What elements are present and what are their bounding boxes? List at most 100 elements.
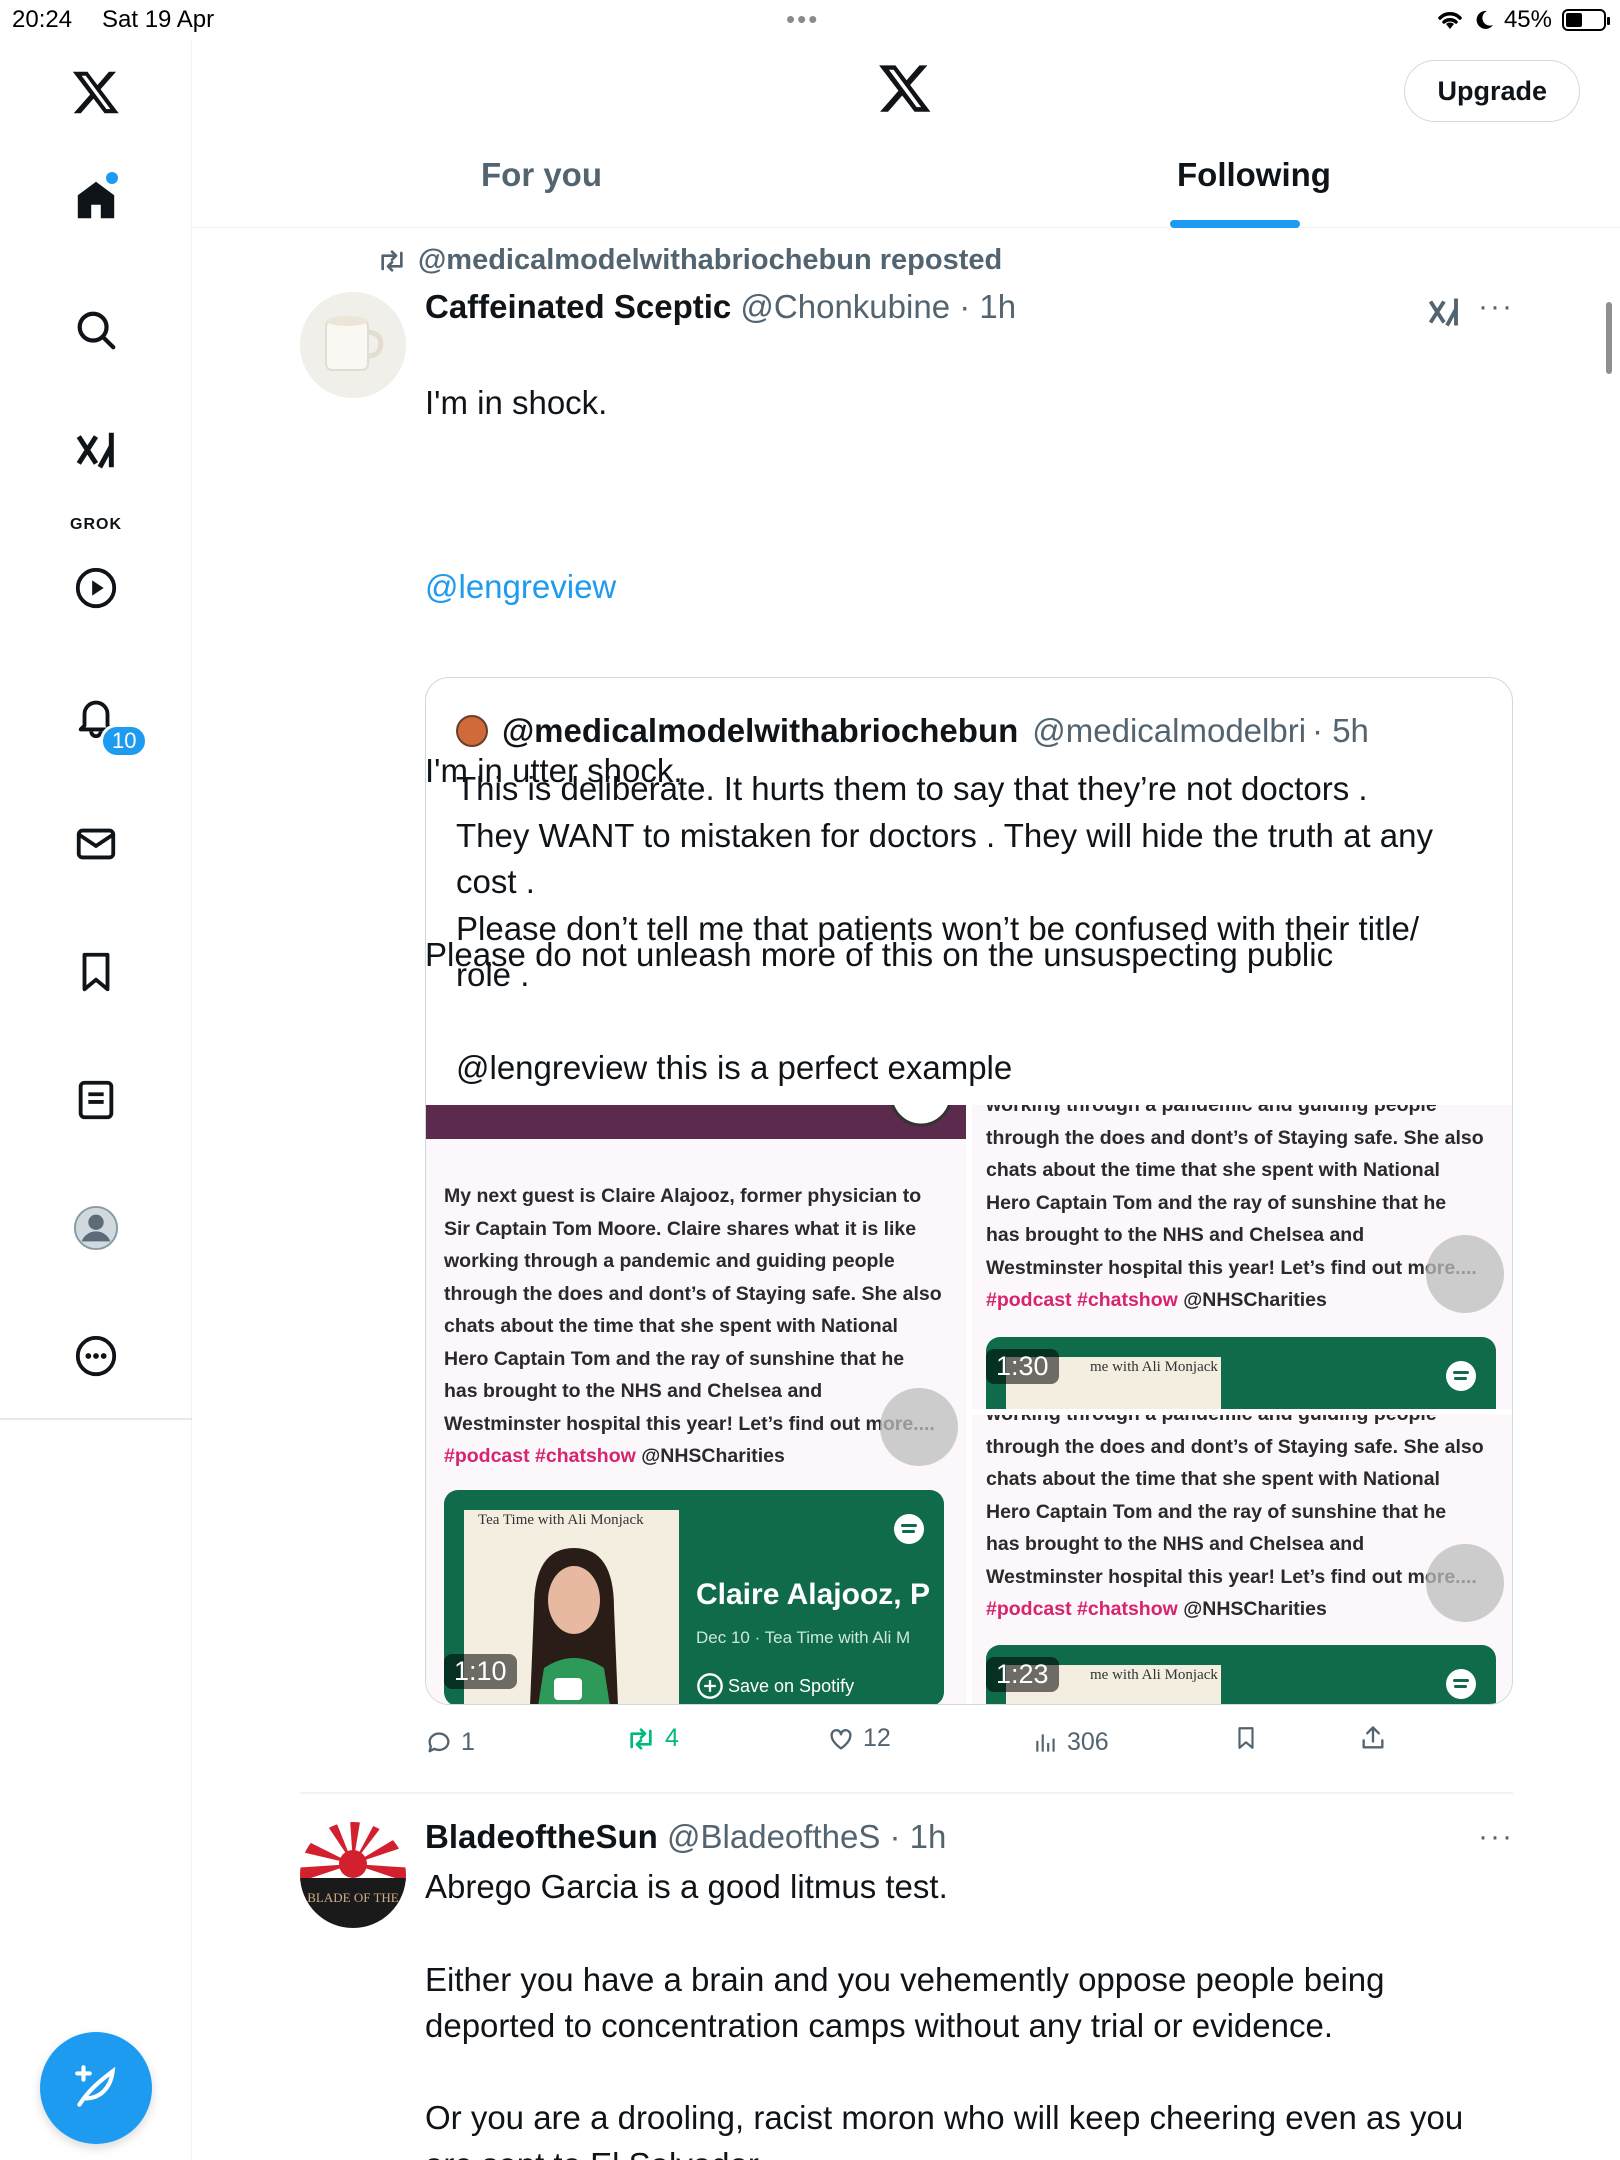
avatar[interactable]: BLADE OF THE bbox=[300, 1822, 406, 1928]
mail-icon[interactable] bbox=[70, 818, 122, 870]
rising-sun-avatar-icon: BLADE OF THE bbox=[300, 1822, 406, 1928]
more-options-icon[interactable]: ··· bbox=[1478, 1820, 1514, 1854]
tweet-line bbox=[425, 2049, 1525, 2095]
tweet-separator bbox=[300, 1792, 1513, 1794]
tweet-line bbox=[425, 1910, 1525, 1956]
media-line: chats about the time that she spent with… bbox=[986, 1159, 1440, 1181]
home-unread-dot bbox=[106, 172, 118, 184]
x-logo-icon[interactable] bbox=[70, 66, 122, 118]
quote-header: @medicalmodelwithabriochebun @medicalmod… bbox=[456, 712, 1369, 750]
media-left[interactable]: My next guest is Claire Alajooz, former … bbox=[426, 1105, 966, 1704]
compose-feather-icon bbox=[75, 2065, 116, 2107]
media-line: working through a pandemic and guiding p… bbox=[986, 1415, 1512, 1431]
timeline-header: Upgrade For you Following bbox=[193, 40, 1620, 228]
quote-timestamp: · 5h bbox=[1312, 712, 1369, 749]
repost-count: 4 bbox=[665, 1724, 679, 1752]
heart-icon bbox=[830, 1728, 852, 1749]
video-icon[interactable] bbox=[70, 562, 122, 614]
spotify-logo-icon bbox=[894, 1514, 924, 1544]
search-icon[interactable] bbox=[70, 304, 122, 356]
profile-icon[interactable] bbox=[70, 1202, 122, 1254]
media-right-bottom[interactable]: working through a pandemic and guiding p… bbox=[972, 1415, 1512, 1704]
mention-link[interactable]: @lengreview bbox=[425, 564, 1505, 610]
lists-icon[interactable] bbox=[70, 1074, 122, 1126]
bookmark-icon[interactable] bbox=[70, 946, 122, 998]
moon-icon bbox=[1476, 10, 1493, 29]
mention: @NHSCharities bbox=[1183, 1289, 1327, 1311]
repost-button[interactable]: 4 bbox=[625, 1724, 679, 1753]
tweet-line: are sent to El Salvador. bbox=[425, 2142, 1525, 2160]
person-photo-icon bbox=[530, 1548, 618, 1704]
tab-following[interactable]: Following bbox=[1177, 156, 1331, 194]
x-logo-center-icon[interactable] bbox=[877, 60, 933, 121]
hashtags: #podcast #chatshow bbox=[444, 1445, 636, 1467]
upgrade-button[interactable]: Upgrade bbox=[1404, 60, 1580, 122]
quote-handle: @medicalmodelbri bbox=[1032, 712, 1307, 749]
media-line: chats about the time that she spent with… bbox=[986, 1468, 1440, 1490]
media-line: through the does and dont’s of Staying s… bbox=[444, 1282, 942, 1305]
repost-text: @medicalmodelwithabriochebun reposted bbox=[418, 244, 1003, 276]
spotify-card[interactable]: me with Ali Monjack bbox=[986, 1337, 1496, 1409]
quote-text: This is deliberate. It hurts them to say… bbox=[456, 766, 1486, 1092]
compose-button[interactable] bbox=[40, 2032, 152, 2144]
share-icon bbox=[1362, 1726, 1384, 1749]
more-icon[interactable] bbox=[70, 1330, 122, 1382]
tab-for-you[interactable]: For you bbox=[481, 156, 602, 194]
reply-button[interactable]: 1 bbox=[425, 1728, 475, 1757]
quote-line: @lengreview this is a perfect example bbox=[456, 1049, 1013, 1086]
media-line: Hero Captain Tom and the ray of sunshine… bbox=[986, 1191, 1447, 1214]
battery-icon bbox=[1562, 9, 1610, 31]
status-right: 45% bbox=[1436, 6, 1610, 34]
media-line: has brought to the NHS and Chelsea and bbox=[444, 1380, 823, 1402]
media-line: Hero Captain Tom and the ray of sunshine… bbox=[986, 1500, 1447, 1523]
spotify-card[interactable]: Tea Time with Ali Monjack Claire Alajooz… bbox=[444, 1490, 944, 1704]
repost-icon bbox=[630, 1727, 652, 1750]
media-line: Hero Captain Tom and the ray of sunshine… bbox=[444, 1347, 905, 1370]
cover-show-title: me with Ali Monjack bbox=[1090, 1359, 1218, 1375]
bookmark-icon bbox=[1238, 1727, 1254, 1749]
timestamp[interactable]: · 1h bbox=[890, 1818, 947, 1855]
grok-label: GROK bbox=[70, 516, 122, 533]
spotify-logo-icon bbox=[1446, 1669, 1476, 1699]
media-line: My next guest is Claire Alajooz, former … bbox=[444, 1185, 922, 1207]
media-line: working through a pandemic and guiding p… bbox=[444, 1250, 895, 1272]
spotify-title: Claire Alajooz, P bbox=[696, 1578, 930, 1611]
quote-tweet[interactable]: @medicalmodelwithabriochebun @medicalmod… bbox=[425, 677, 1513, 1705]
media-grid: My next guest is Claire Alajooz, former … bbox=[426, 1105, 1512, 1704]
more-options-icon[interactable]: ··· bbox=[1478, 290, 1514, 324]
media-line: through the does and dont’s of Staying s… bbox=[986, 1126, 1484, 1149]
share-button[interactable] bbox=[1359, 1724, 1387, 1752]
scrollbar[interactable] bbox=[1606, 302, 1612, 374]
display-name[interactable]: BladeoftheSun bbox=[425, 1818, 658, 1855]
bookmark-button[interactable] bbox=[1233, 1724, 1259, 1752]
media-right-top[interactable]: working through a pandemic and guiding p… bbox=[972, 1105, 1512, 1409]
timestamp[interactable]: · 1h bbox=[959, 288, 1016, 325]
quote-line: They WANT to mistaken for doctors . They… bbox=[456, 816, 1433, 854]
grok-explain-icon[interactable] bbox=[1426, 294, 1462, 335]
grok-icon[interactable] bbox=[70, 424, 122, 476]
video-duration: 1:10 bbox=[444, 1654, 517, 1689]
media-line: chats about the time that she spent with… bbox=[444, 1315, 898, 1337]
quote-line: cost . bbox=[456, 863, 535, 900]
display-name[interactable]: Caffeinated Sceptic bbox=[425, 288, 731, 325]
views-button[interactable]: 306 bbox=[1033, 1728, 1109, 1757]
sidebar-divider bbox=[0, 1418, 192, 1420]
avatar[interactable] bbox=[300, 292, 406, 398]
media-line: has brought to the NHS and Chelsea and bbox=[986, 1224, 1365, 1246]
tweet-header: Caffeinated Sceptic @Chonkubine · 1h bbox=[425, 288, 1016, 326]
quote-avatar bbox=[456, 715, 488, 747]
handle[interactable]: @BladeoftheS bbox=[667, 1818, 880, 1855]
spotify-logo-icon bbox=[1446, 1361, 1476, 1391]
media-line: Sir Captain Tom Moore. Claire shares wha… bbox=[444, 1217, 917, 1240]
like-button[interactable]: 12 bbox=[827, 1724, 891, 1753]
handle[interactable]: @Chonkubine bbox=[740, 288, 950, 325]
spotify-card[interactable]: me with Ali Monjack bbox=[986, 1645, 1496, 1704]
battery-percent: 45% bbox=[1503, 6, 1552, 33]
multitasking-dots-icon[interactable]: ••• bbox=[786, 4, 819, 35]
spotify-save[interactable]: Save on Spotify bbox=[728, 1676, 854, 1697]
spotify-subtitle: Dec 10 · Tea Time with Ali M bbox=[696, 1628, 911, 1647]
tweet-line bbox=[425, 472, 1505, 518]
quote-line bbox=[456, 999, 1486, 1046]
sidebar: GROK 10 bbox=[0, 40, 192, 2160]
repost-line[interactable]: @medicalmodelwithabriochebun reposted bbox=[376, 244, 1002, 277]
